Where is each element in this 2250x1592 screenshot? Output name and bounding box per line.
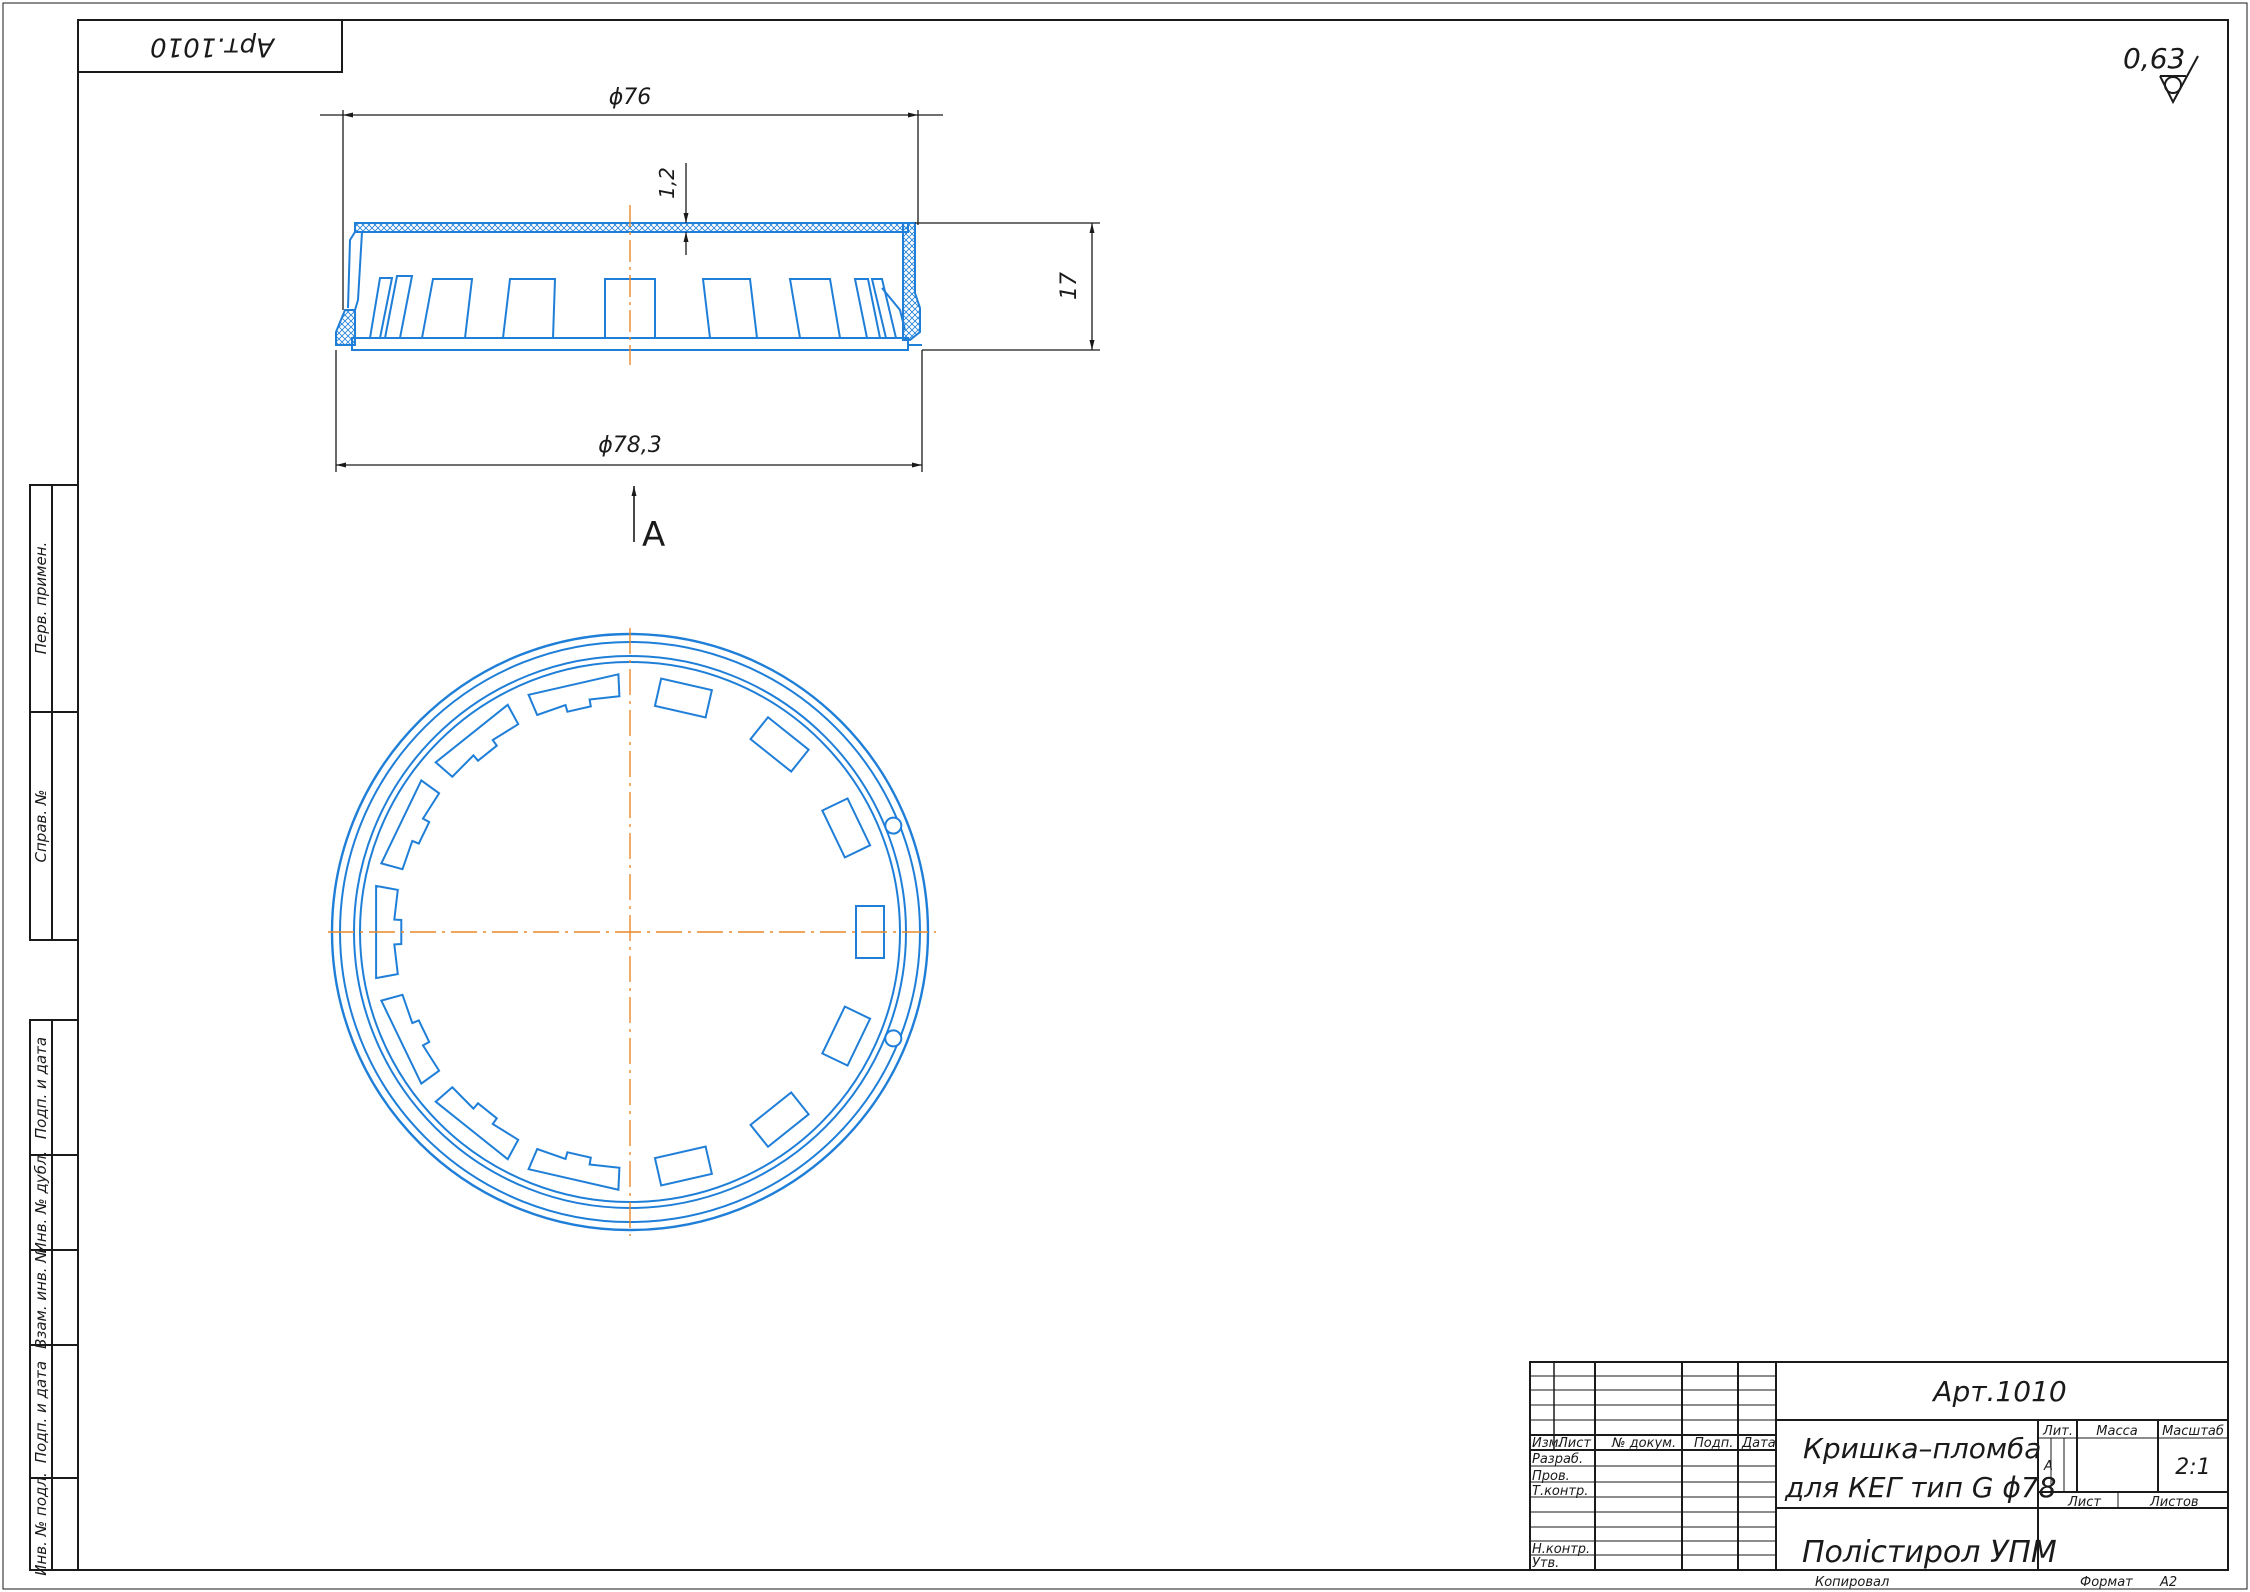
view-label: А (642, 515, 665, 555)
label-podp-data-1: Подп. и дата (32, 1037, 50, 1139)
label-inv-dubl: Инв. № дубл. (32, 1151, 50, 1254)
hdr-data: Дата (1741, 1436, 1776, 1451)
wide-segment (434, 703, 520, 779)
title-doc-code: Арт.1010 (1931, 1375, 2066, 1408)
label-perv-primen: Перв. примен. (32, 542, 50, 655)
narrow-segment (749, 1091, 811, 1149)
label-podp-data-2: Подп. и дата (32, 1361, 50, 1463)
stamp-doc-code: Арт.1010 (150, 32, 276, 62)
dim-top-diameter: ϕ76 (609, 85, 652, 110)
label-inv-podl: Инв. № подл. (32, 1472, 50, 1575)
scale-label: Масштаб (2162, 1424, 2224, 1439)
wide-segment (527, 673, 621, 717)
narrow-segment (749, 715, 811, 773)
lit-label: Лит. (2042, 1424, 2073, 1439)
outer-border (2, 2, 2248, 1590)
dim-bottom-diameter: ϕ78,3 (598, 433, 662, 458)
rim-notch (884, 1029, 903, 1048)
hdr-podp: Подп. (1694, 1436, 1733, 1451)
mass-label: Масса (2096, 1424, 2137, 1439)
wide-segment (379, 993, 441, 1086)
label-sprav-no: Справ. № (32, 790, 50, 863)
label-vzam-inv: Взам. инв. № (32, 1247, 50, 1349)
row-nkontr: Н.контр. (1532, 1542, 1590, 1557)
dim-height: 17 (1057, 272, 1082, 300)
row-utv: Утв. (1532, 1556, 1559, 1571)
copied-label: Копировал (1815, 1575, 1889, 1590)
hdr-list: Лист (1557, 1436, 1591, 1451)
sheets-label: Листов (2149, 1495, 2199, 1510)
section-view (335, 205, 922, 365)
roughness-value: 0,63 (2123, 42, 2185, 75)
narrow-segment (820, 1005, 872, 1067)
wide-segment (527, 1147, 621, 1191)
hdr-dokum: № докум. (1611, 1436, 1676, 1451)
narrow-segment (653, 677, 714, 719)
dimensions (320, 110, 1100, 472)
wide-segment (434, 1085, 520, 1161)
view-arrow: А (631, 486, 665, 555)
narrow-segment (820, 797, 872, 859)
format-label: Формат (2080, 1575, 2133, 1590)
top-left-stamp: Арт.1010 (77, 19, 343, 73)
drawing-sheet: Арт.1010 0,63 Перв. примен. Справ. № Под… (2, 2, 2248, 1590)
wide-segment (379, 778, 441, 871)
row-razrab: Разраб. (1532, 1452, 1583, 1467)
material: Полістирол УПМ (1802, 1535, 2057, 1570)
roughness-symbol: 0,63 (2123, 42, 2199, 105)
sheet-label: Лист (2067, 1495, 2101, 1510)
row-tkontr: Т.контр. (1532, 1484, 1588, 1499)
frame-border (77, 19, 2229, 1571)
part-name-line2: для КЕГ тип G ϕ78 (1784, 1471, 2056, 1504)
row-prov: Пров. (1532, 1469, 1570, 1484)
format-value: А2 (2159, 1575, 2177, 1590)
plan-view (328, 628, 936, 1236)
dim-wall-thickness: 1,2 (655, 167, 679, 199)
part-name-line1: Кришка–пломба (1803, 1432, 2041, 1465)
narrow-segment (653, 1145, 714, 1187)
scale-value: 2:1 (2175, 1455, 2210, 1480)
rim-notch (884, 816, 903, 835)
